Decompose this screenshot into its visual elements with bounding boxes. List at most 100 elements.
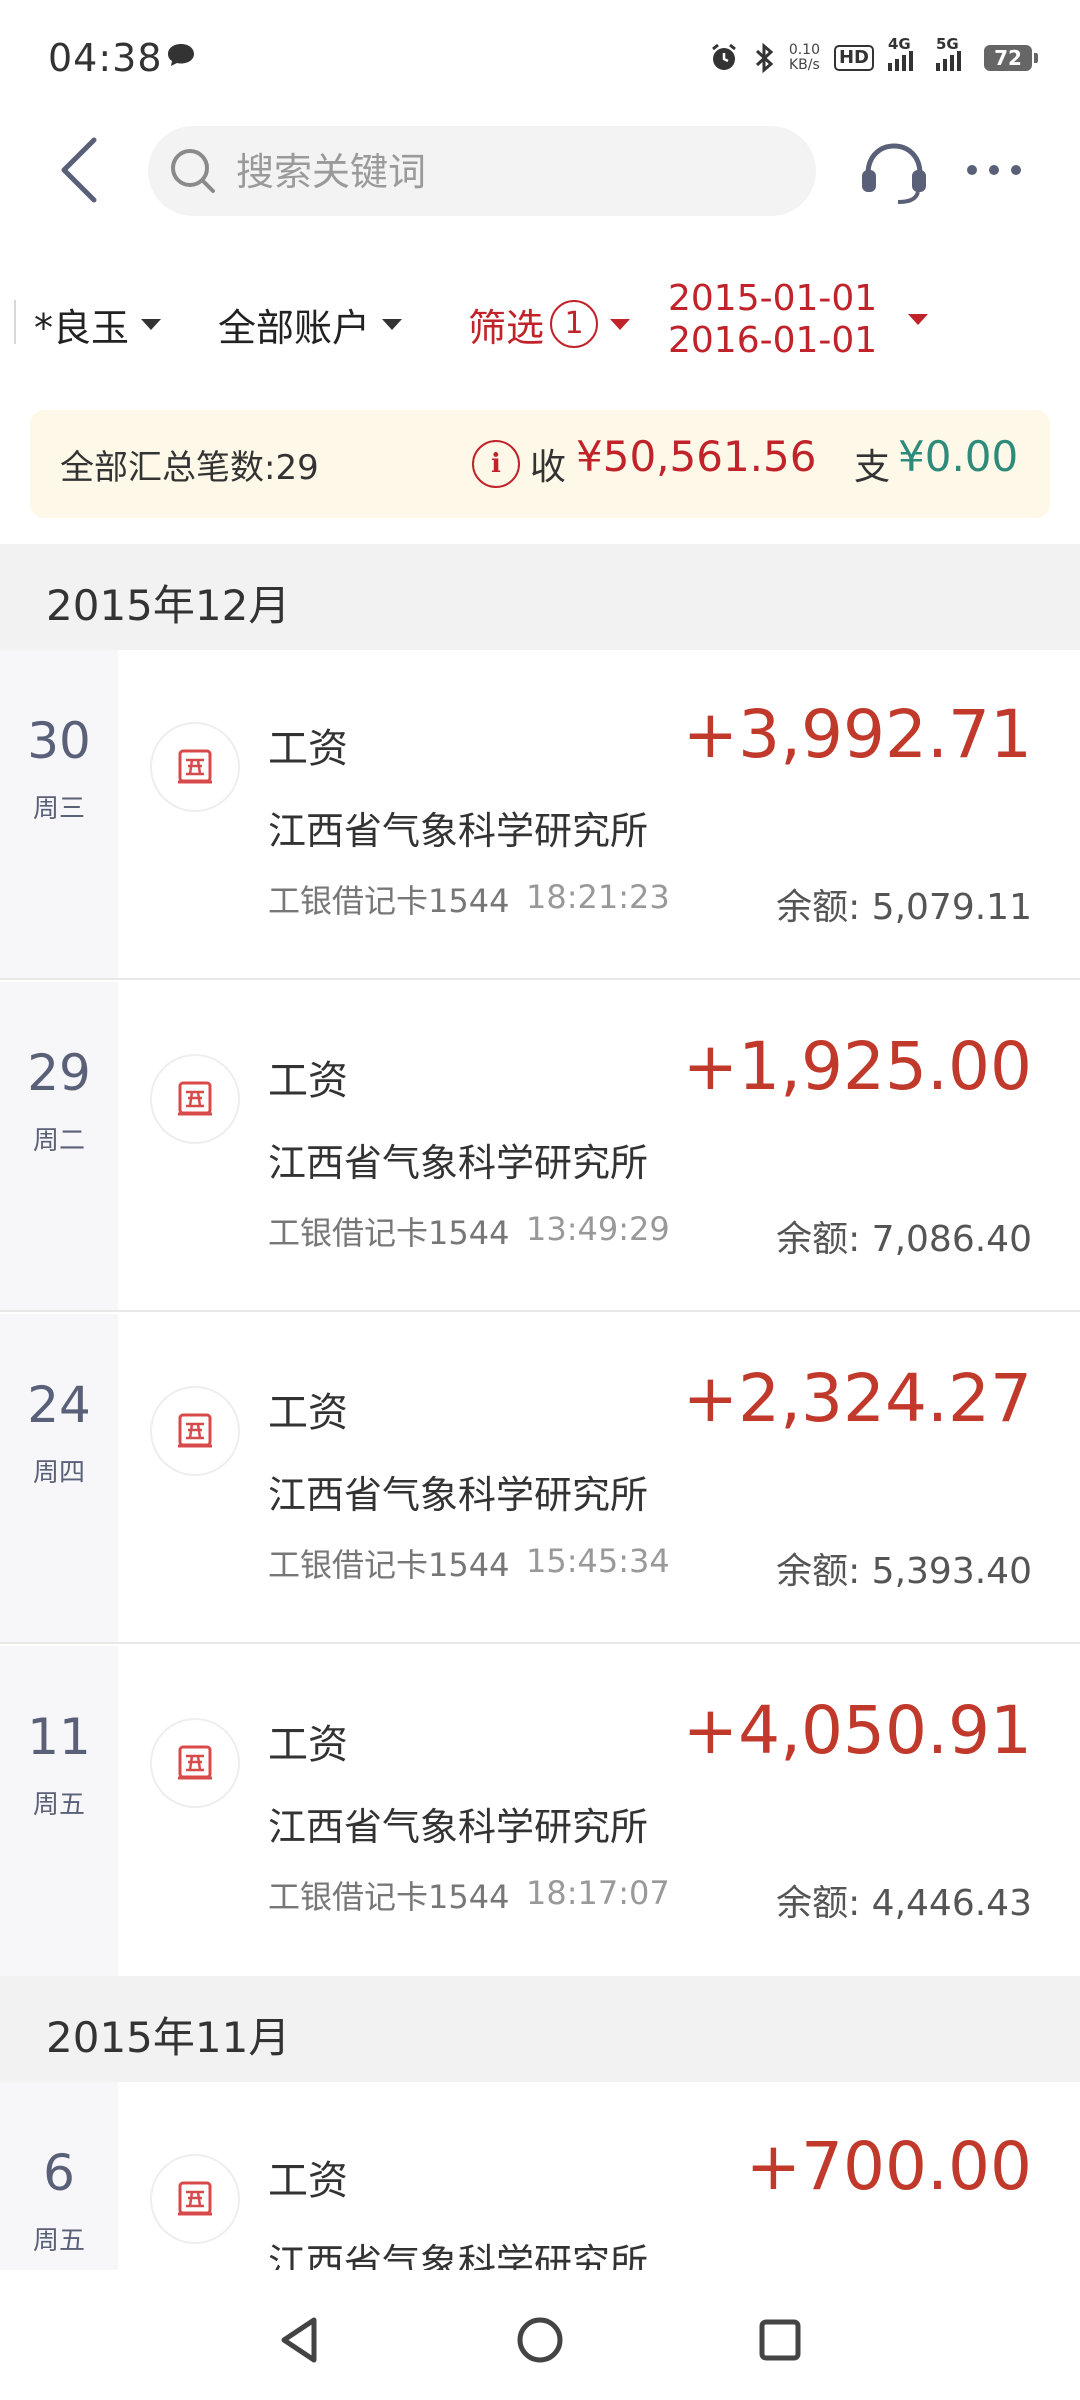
nav-back-icon[interactable] — [270, 2310, 330, 2370]
salary-category-icon — [150, 1386, 240, 1476]
transaction-title: 工资 — [268, 1058, 348, 1104]
transaction-balance: 余额: 5,079.11 — [776, 887, 1032, 928]
summary-count: 全部汇总笔数:29 — [60, 448, 319, 488]
filter-button[interactable]: 筛选 1 — [468, 294, 631, 354]
bluetooth-icon — [755, 42, 774, 74]
transaction-row[interactable]: 29 周二 工资 江西省气象科学研究所 工银借记卡1544 13:49:29 +… — [0, 982, 1080, 1312]
salary-category-icon — [150, 722, 240, 812]
income-label: 收 — [530, 447, 567, 488]
transaction-account: 工银借记卡1544 — [268, 1878, 510, 1916]
row-divider — [0, 978, 1080, 980]
transaction-time: 15:45:34 — [526, 1542, 670, 1580]
transaction-title: 工资 — [268, 2158, 348, 2204]
date-range-picker[interactable]: 2015-01-01 2016-01-01 — [668, 278, 877, 362]
signal-4g-icon: 4G — [888, 35, 922, 71]
search-input[interactable] — [234, 140, 798, 204]
customer-service-icon[interactable] — [856, 134, 932, 210]
chevron-down-icon — [141, 318, 162, 330]
transaction-account: 工银借记卡1544 — [268, 882, 510, 920]
filter-label: 筛选 — [468, 305, 545, 350]
transaction-amount: +2,324.27 — [682, 1360, 1032, 1437]
salary-category-icon — [150, 1054, 240, 1144]
transaction-amount: +700.00 — [745, 2128, 1032, 2205]
transaction-account: 工银借记卡1544 — [268, 1546, 510, 1584]
expense-label: 支 — [854, 447, 891, 488]
info-icon[interactable]: i — [472, 440, 520, 488]
transaction-payee: 江西省气象科学研究所 — [268, 1141, 649, 1185]
transaction-amount: +1,925.00 — [682, 1028, 1032, 1105]
search-icon — [171, 149, 215, 193]
transaction-time: 18:21:23 — [526, 878, 670, 916]
transaction-day: 29 — [27, 1044, 91, 1102]
status-bar: 04:38 0.10 KB/s HD 4G 5G 72 — [0, 0, 1080, 120]
battery-icon: 72 — [984, 45, 1038, 71]
transaction-day: 30 — [27, 712, 91, 770]
transaction-amount: +3,992.71 — [682, 696, 1032, 773]
signal-4g-label: 4G — [888, 35, 911, 53]
transaction-weekday: 周三 — [32, 794, 85, 824]
transaction-weekday: 周五 — [32, 2226, 85, 2256]
date-end: 2016-01-01 — [668, 320, 878, 361]
signal-5g-label: 5G — [936, 35, 959, 53]
filter-bar: *良玉 全部账户 筛选 1 2015-01-01 2016-01-01 — [0, 270, 1080, 380]
summary-banner: 全部汇总笔数:29 i 收 ¥50,561.56 支 ¥0.00 — [30, 410, 1050, 518]
salary-category-icon — [150, 1718, 240, 1808]
account-filter-label: 全部账户 — [218, 305, 371, 350]
transaction-day: 6 — [43, 2144, 75, 2202]
member-filter[interactable]: *良玉 — [34, 294, 162, 354]
transaction-amount: +4,050.91 — [682, 1692, 1032, 1769]
expense-total: ¥0.00 — [898, 432, 1019, 481]
transaction-weekday: 周五 — [32, 1790, 85, 1820]
month-label: 2015年11月 — [46, 2013, 291, 2062]
hd-badge: HD — [833, 45, 874, 71]
row-divider — [0, 1310, 1080, 1312]
transaction-balance: 余额: 4,446.43 — [776, 1883, 1032, 1924]
filter-count-badge: 1 — [550, 300, 599, 348]
status-icons: 0.10 KB/s HD 4G 5G 72 — [709, 35, 1038, 78]
month-label: 2015年12月 — [46, 581, 291, 630]
income-total: ¥50,561.56 — [576, 432, 817, 481]
alarm-icon — [711, 43, 736, 70]
month-header: 2015年12月 — [0, 544, 1080, 650]
transaction-row[interactable]: 11 周五 工资 江西省气象科学研究所 工银借记卡1544 18:17:07 +… — [0, 1646, 1080, 1976]
transaction-title: 工资 — [268, 1722, 348, 1768]
more-options-icon[interactable] — [962, 150, 1026, 190]
status-time: 04:38 — [48, 36, 163, 80]
nav-home-icon[interactable] — [510, 2310, 570, 2370]
transaction-title: 工资 — [268, 726, 348, 772]
month-header: 2015年11月 — [0, 1976, 1080, 2082]
message-icon — [168, 44, 194, 66]
nav-recents-icon[interactable] — [750, 2310, 810, 2370]
transaction-row[interactable]: 24 周四 工资 江西省气象科学研究所 工银借记卡1544 15:45:34 +… — [0, 1314, 1080, 1644]
chevron-down-icon[interactable] — [908, 314, 928, 325]
chevron-down-icon — [610, 318, 631, 330]
filter-divider — [14, 300, 16, 344]
transaction-weekday: 周四 — [32, 1458, 85, 1488]
transaction-time: 13:49:29 — [526, 1210, 670, 1248]
system-nav-bar — [0, 2270, 1080, 2400]
row-divider — [0, 1642, 1080, 1644]
date-column: 24 周四 — [0, 1314, 118, 1644]
transaction-payee: 江西省气象科学研究所 — [268, 809, 649, 853]
account-filter[interactable]: 全部账户 — [218, 294, 403, 354]
transaction-row[interactable]: 30 周三 工资 江西省气象科学研究所 工银借记卡1544 18:21:23 +… — [0, 650, 1080, 980]
transaction-day: 11 — [27, 1708, 91, 1766]
date-column: 30 周三 — [0, 650, 118, 980]
page: 04:38 0.10 KB/s HD 4G 5G 72 搜索关键词 *良玉 全部… — [0, 0, 1080, 2400]
transaction-time: 18:17:07 — [526, 1874, 670, 1912]
transaction-payee: 江西省气象科学研究所 — [268, 1805, 649, 1849]
transaction-weekday: 周二 — [32, 1126, 85, 1156]
transaction-day: 24 — [27, 1376, 91, 1434]
date-column: 11 周五 — [0, 1646, 118, 1976]
date-column: 29 周二 — [0, 982, 118, 1312]
net-speed-value: 0.10 — [788, 42, 820, 58]
net-speed-unit: KB/s — [789, 57, 820, 73]
net-speed: 0.10 KB/s — [789, 43, 820, 73]
signal-5g-icon: 5G — [936, 35, 970, 71]
transaction-account: 工银借记卡1544 — [268, 1214, 510, 1252]
salary-category-icon — [150, 2154, 240, 2244]
search-box[interactable] — [148, 126, 816, 216]
member-filter-label: *良玉 — [34, 305, 130, 350]
back-button[interactable] — [52, 134, 108, 206]
transaction-title: 工资 — [268, 1390, 348, 1436]
